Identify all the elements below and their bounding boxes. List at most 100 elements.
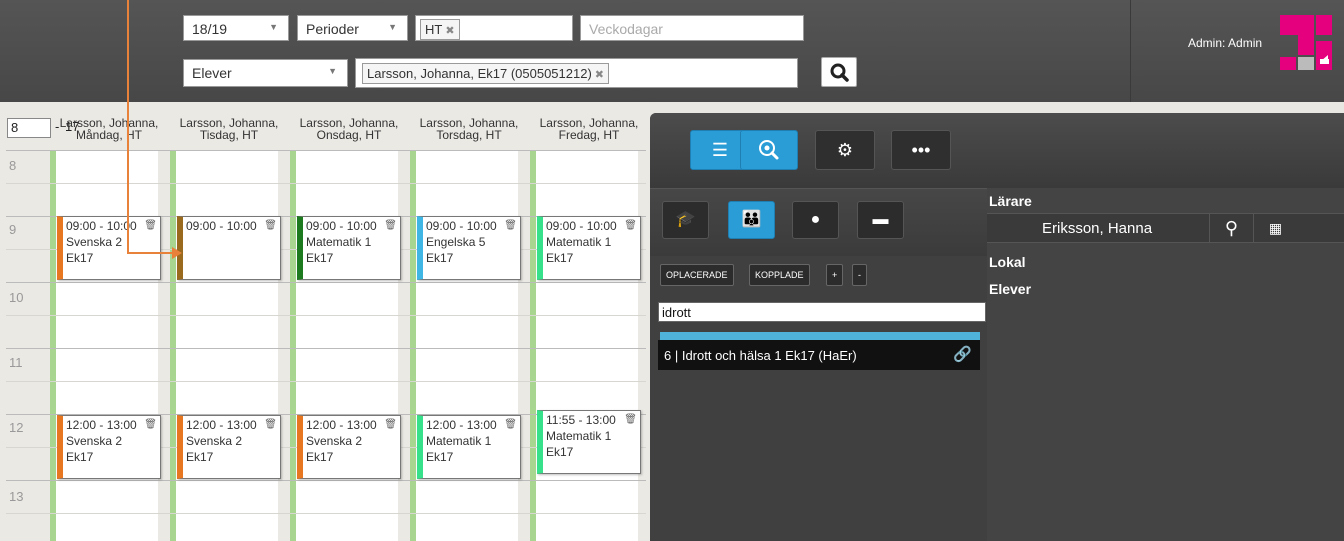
student-tag[interactable]: Larsson, Johanna, Ek17 (0505051212) ✖	[362, 63, 609, 84]
trash-icon[interactable]: 🗑	[384, 218, 397, 234]
lesson-group: Ek17	[306, 251, 334, 265]
remove-tag-icon[interactable]: ✖	[445, 25, 454, 37]
trash-icon[interactable]: 🗑	[624, 218, 637, 234]
year-select[interactable]: 18/19 ▼	[183, 15, 289, 41]
settings-button[interactable]: ⚙	[815, 130, 875, 170]
search-button[interactable]	[821, 57, 857, 87]
lesson-block[interactable]: 🗑 12:00 - 13:00 Svenska 2 Ek17	[297, 415, 401, 479]
course-filter-input[interactable]: idrott	[658, 302, 986, 322]
trash-icon[interactable]: 🗑	[144, 417, 157, 433]
list-header-bar	[660, 332, 980, 340]
hour-label: 12	[9, 420, 24, 435]
trash-icon[interactable]: 🗑	[264, 218, 277, 234]
search-zoom-icon	[759, 140, 779, 160]
hour-line	[6, 150, 646, 151]
hour-label: 9	[9, 222, 17, 237]
day-column[interactable]	[50, 150, 158, 541]
trash-icon[interactable]: 🗑	[144, 218, 157, 234]
day-header-wednesday: Larsson, Johanna, Onsdag, HT	[299, 116, 399, 142]
teacher-heading: Lärare	[989, 193, 1032, 209]
student-tag-field[interactable]: Larsson, Johanna, Ek17 (0505051212) ✖	[355, 58, 798, 88]
day-column[interactable]	[170, 150, 278, 541]
lesson-block[interactable]: 🗑 12:00 - 13:00 Svenska 2 Ek17	[57, 415, 161, 479]
chevron-down-icon: ▼	[328, 66, 337, 76]
day-column[interactable]	[410, 150, 518, 541]
collapse-button[interactable]: -	[852, 264, 867, 286]
hour-label: 8	[9, 158, 17, 173]
linked-button[interactable]: KOPPLADE	[749, 264, 810, 286]
period-select[interactable]: Perioder ▼	[297, 15, 408, 41]
chevron-down-icon: ▼	[269, 22, 278, 32]
period-tag[interactable]: HT ✖	[420, 19, 460, 40]
hour-label: 13	[9, 489, 24, 504]
day-column[interactable]	[290, 150, 398, 541]
hour-line	[6, 282, 646, 283]
groups-button[interactable]: 👪	[728, 201, 775, 239]
lesson-subject: Engelska 5	[426, 235, 486, 249]
period-placeholder: Perioder	[306, 21, 359, 37]
half-hour-line	[6, 315, 646, 316]
schedule-grid: 8 - 17 Larsson, Johanna, Måndag, HT Lars…	[0, 102, 650, 541]
annotation-arrow	[127, 0, 129, 254]
trash-icon[interactable]: 🗑	[264, 417, 277, 433]
range-start-input[interactable]: 8	[7, 118, 51, 138]
lesson-block[interactable]: 🗑 12:00 - 13:00 Svenska 2 Ek17	[177, 415, 281, 479]
remove-tag-icon[interactable]: ✖	[595, 69, 604, 81]
grid-icon[interactable]: ▦	[1253, 214, 1297, 242]
lesson-subject: Svenska 2	[186, 434, 243, 448]
half-hour-line	[6, 513, 646, 514]
search-view-button[interactable]	[740, 130, 798, 170]
lesson-block[interactable]: 🗑 09:00 - 10:00	[177, 216, 281, 280]
unplaced-button[interactable]: OPLACERADE	[660, 264, 734, 286]
lesson-subject: Svenska 2	[306, 434, 363, 448]
teacher-row[interactable]: Eriksson, Hanna ⚲ ▦	[987, 213, 1344, 243]
teachers-button[interactable]: 🎓	[662, 201, 709, 239]
lesson-group: Ek17	[426, 251, 454, 265]
trash-icon[interactable]: 🗑	[624, 412, 637, 428]
teacher-icon: 🎓	[675, 211, 696, 228]
lesson-group: Ek17	[546, 445, 574, 459]
students-button[interactable]: ●	[792, 201, 839, 239]
panel-toolbar: ☰ ⚙ •••	[650, 113, 1344, 188]
lesson-group: Ek17	[546, 251, 574, 265]
top-bar: 18/19 ▼ Perioder ▼ HT ✖ Veckodagar Elever…	[0, 0, 1344, 102]
day-header-friday: Larsson, Johanna, Fredag, HT	[539, 116, 639, 142]
lesson-block[interactable]: 🗑 09:00 - 10:00 Svenska 2 Ek17	[57, 216, 161, 280]
period-tag-field[interactable]: HT ✖	[415, 15, 573, 41]
lesson-subject: Matematik 1	[306, 235, 372, 249]
annotation-arrow	[127, 252, 174, 254]
weekdays-input[interactable]: Veckodagar	[580, 15, 804, 41]
arrow-head-icon	[172, 247, 182, 259]
admin-label: Admin: Admin	[1188, 36, 1263, 50]
lesson-block[interactable]: 🗑 11:55 - 13:00 Matematik 1 Ek17	[537, 410, 641, 474]
rooms-button[interactable]: ▬	[857, 201, 904, 239]
group-icon: 👪	[741, 211, 762, 228]
link-icon[interactable]: 🔗	[953, 345, 972, 363]
lesson-block[interactable]: 🗑 12:00 - 13:00 Matematik 1 Ek17	[417, 415, 521, 479]
lesson-subject: Svenska 2	[66, 434, 123, 448]
more-icon: •••	[911, 140, 931, 160]
search-icon	[830, 63, 849, 82]
expand-button[interactable]: +	[826, 264, 844, 286]
lesson-block[interactable]: 🗑 09:00 - 10:00 Matematik 1 Ek17	[297, 216, 401, 280]
room-heading: Lokal	[989, 254, 1026, 270]
day-column[interactable]	[530, 150, 638, 541]
lesson-block[interactable]: 🗑 09:00 - 10:00 Matematik 1 Ek17	[537, 216, 641, 280]
lesson-block[interactable]: 🗑 09:00 - 10:00 Engelska 5 Ek17	[417, 216, 521, 280]
lesson-group: Ek17	[66, 450, 94, 464]
more-button[interactable]: •••	[891, 130, 951, 170]
trash-icon[interactable]: 🗑	[504, 218, 517, 234]
person-icon: ●	[810, 211, 821, 228]
view-type-select[interactable]: Elever ▼	[183, 59, 348, 87]
lesson-group: Ek17	[426, 450, 454, 464]
trash-icon[interactable]: 🗑	[504, 417, 517, 433]
search-icon[interactable]: ⚲	[1209, 214, 1253, 242]
view-type-value: Elever	[192, 65, 232, 81]
half-hour-line	[6, 183, 646, 184]
hour-line	[6, 348, 646, 349]
year-value: 18/19	[192, 21, 228, 37]
lesson-subject: Matematik 1	[546, 235, 612, 249]
folder-icon: ▬	[872, 211, 889, 228]
course-list-item[interactable]: 6 | Idrott och hälsa 1 Ek17 (HaEr) 🔗	[658, 340, 980, 370]
trash-icon[interactable]: 🗑	[384, 417, 397, 433]
